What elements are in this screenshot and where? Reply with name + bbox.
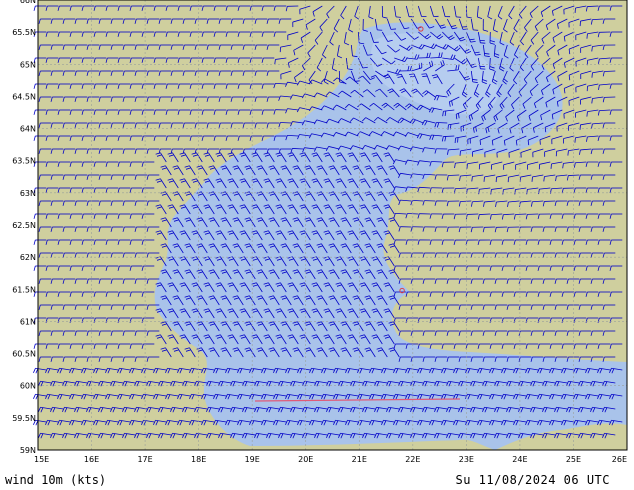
longitude-tick-label: 22E [405,455,420,464]
longitude-tick-label: 17E [137,455,152,464]
latitude-tick-label: 61.5N [12,285,36,294]
wind-map: 66N 65.5N 65N 64.5N 64N 63.5N 63N 62.5N 62N 61.5N… [12,0,628,464]
latitude-labels: 66N 65.5N 65N 64.5N 64N 63.5N 63N 62.5N 62N 61.5N… [12,0,36,455]
latitude-tick-label: 61N [20,317,36,326]
latitude-tick-label: 66N [20,0,36,5]
latitude-tick-label: 60N [20,382,36,391]
latitude-tick-label: 62.5N [12,221,36,230]
variable-label: wind 10m (kts) [5,473,107,487]
longitude-tick-label: 19E [245,455,260,464]
latitude-tick-label: 64.5N [12,92,36,101]
latitude-tick-label: 62N [20,253,36,262]
longitude-tick-label: 25E [566,455,581,464]
longitude-tick-label: 20E [298,455,313,464]
latitude-tick-label: 63.5N [12,157,36,166]
timestamp-label: Su 11/08/2024 06 UTC [455,473,610,487]
longitude-tick-label: 15E [34,455,49,464]
latitude-tick-label: 63N [20,189,36,198]
footer: wind 10m (kts) Su 11/08/2024 06 UTC [0,468,634,490]
latitude-tick-label: 65.5N [12,28,36,37]
latitude-tick-label: 59.5N [12,414,36,423]
longitude-tick-label: 24E [512,455,527,464]
longitude-labels: 15E 16E 17E 18E 19E 20E 21E 22E 23E 24E 25E 26E [34,455,627,464]
longitude-tick-label: 23E [459,455,474,464]
longitude-tick-label: 18E [191,455,206,464]
longitude-tick-label: 26E [612,455,627,464]
longitude-tick-label: 16E [84,455,99,464]
latitude-tick-label: 64N [20,125,36,134]
latitude-tick-label: 60.5N [12,350,36,359]
latitude-tick-label: 59N [20,446,36,455]
latitude-tick-label: 65N [20,60,36,69]
longitude-tick-label: 21E [352,455,367,464]
